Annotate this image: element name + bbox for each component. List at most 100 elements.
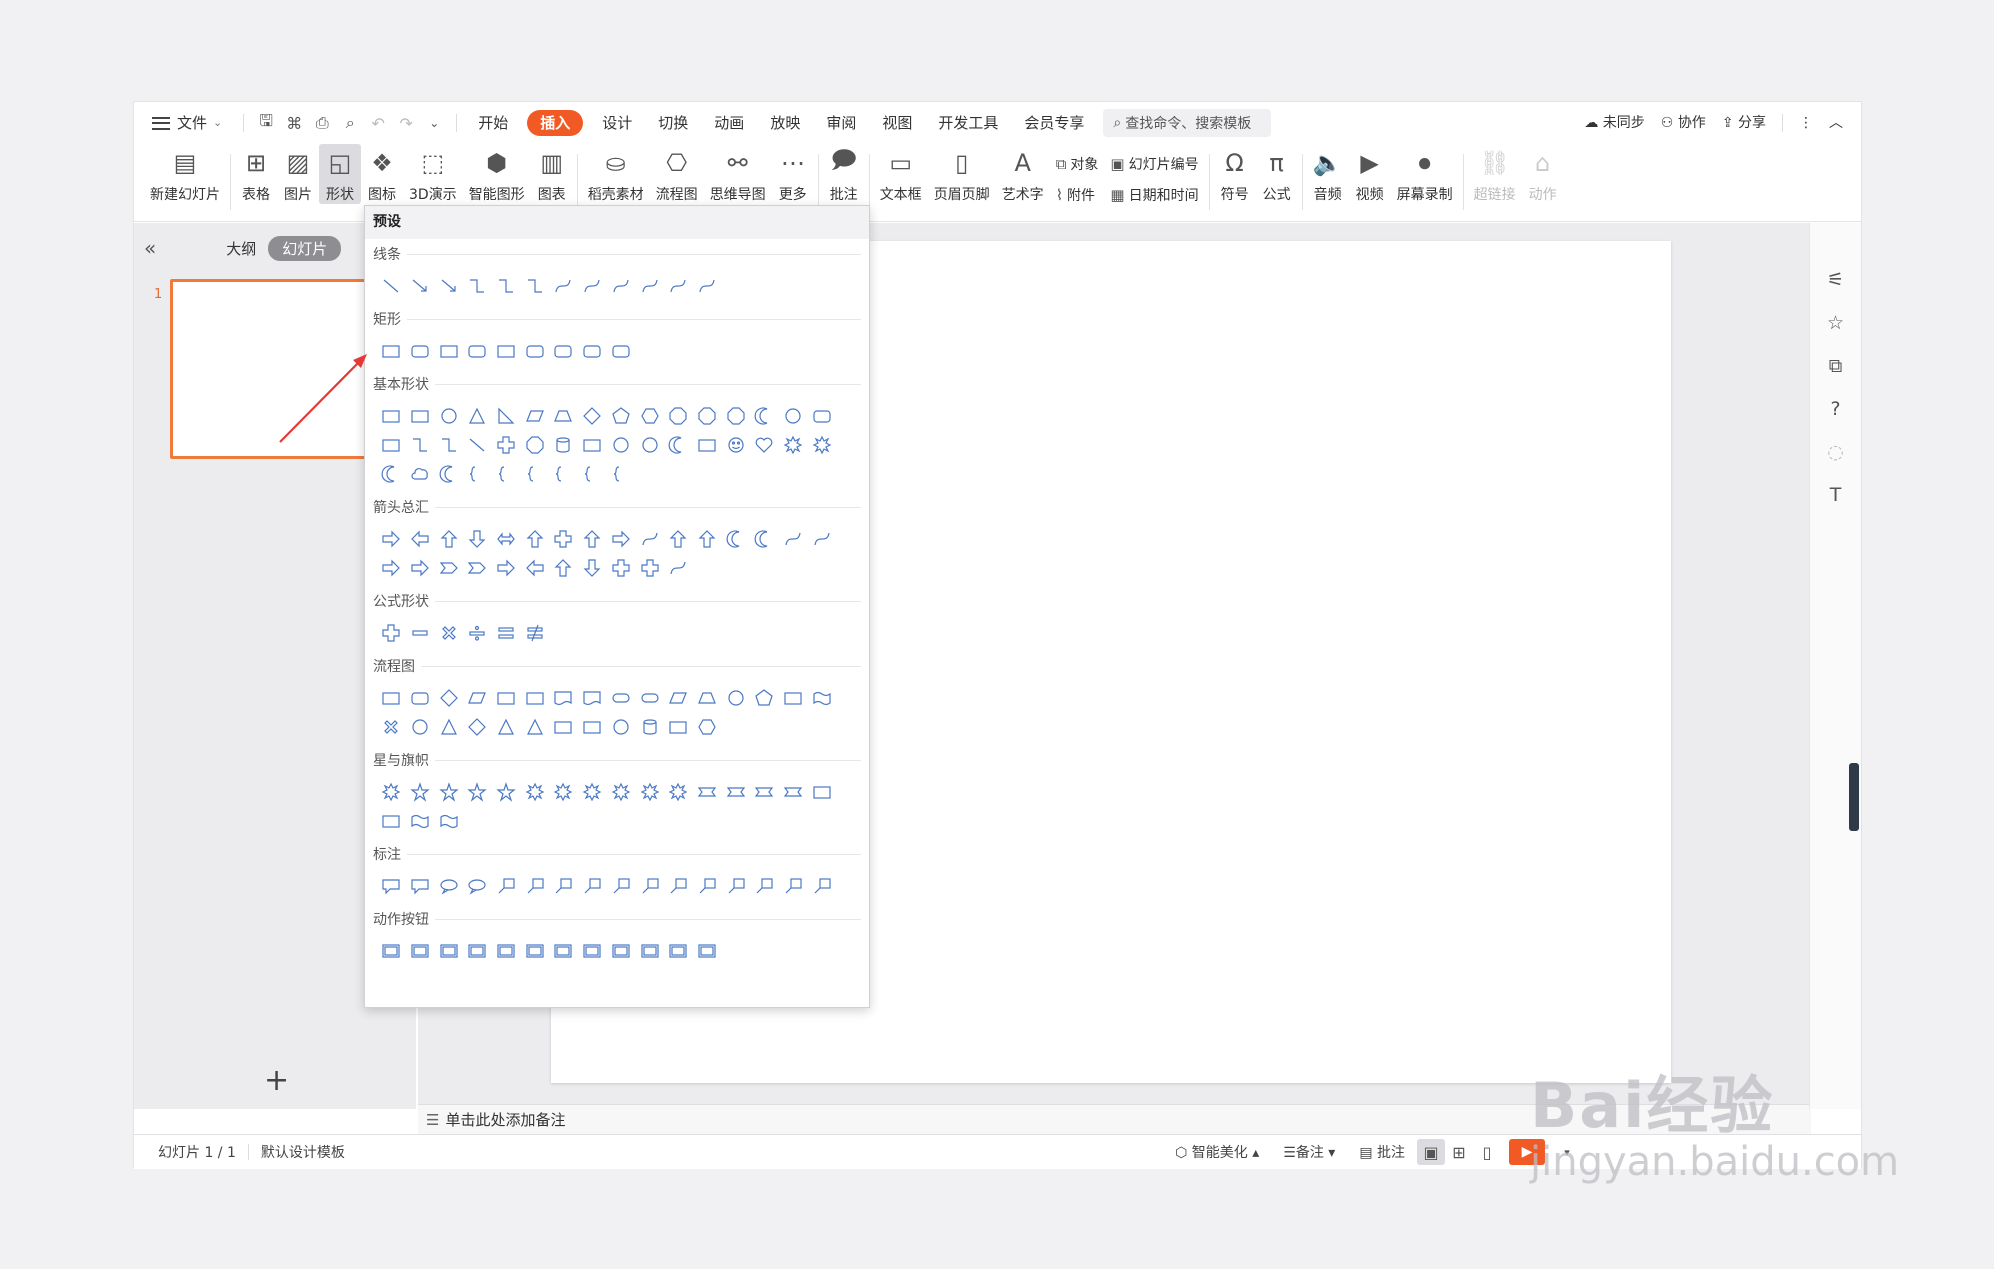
more-button[interactable]: ⋯ 更多 [772, 144, 814, 204]
shape-option[interactable] [434, 524, 463, 553]
customize-chevron-icon[interactable]: ⌄ [420, 116, 448, 130]
text-icon[interactable]: T [1830, 474, 1842, 517]
comments-toggle-button[interactable]: ▤ 批注 [1347, 1142, 1417, 1162]
undo-icon[interactable]: ↶ [364, 114, 392, 133]
shape-option[interactable] [520, 618, 549, 647]
shape-option[interactable] [520, 524, 549, 553]
shape-option[interactable] [463, 401, 492, 430]
shape-option[interactable] [434, 401, 463, 430]
shape-option[interactable] [377, 430, 406, 459]
add-slide-icon[interactable]: + [264, 1063, 289, 1098]
idea-icon[interactable]: ◌ [1827, 431, 1844, 474]
shape-option[interactable] [492, 777, 521, 806]
tab-insert[interactable]: 插入 [527, 110, 584, 136]
shape-option[interactable] [607, 524, 636, 553]
attachment-button[interactable]: ⌇ 附件 [1056, 185, 1099, 205]
shape-option[interactable] [377, 553, 406, 582]
shape-option[interactable] [434, 336, 463, 365]
textbox-button[interactable]: ▭ 文本框 [874, 144, 928, 204]
shape-option[interactable] [693, 936, 722, 965]
shape-option[interactable] [406, 430, 435, 459]
shape-option[interactable] [520, 271, 549, 300]
shape-option[interactable] [750, 777, 779, 806]
transition-icon[interactable]: ⧉ [1829, 345, 1843, 388]
flowchart-button[interactable]: ⎔ 流程图 [650, 144, 704, 204]
shape-option[interactable] [607, 553, 636, 582]
shape-option[interactable] [807, 401, 836, 430]
shape-option[interactable] [377, 683, 406, 712]
collapse-panel-icon[interactable]: « [144, 236, 156, 260]
shape-option[interactable] [607, 401, 636, 430]
shape-option[interactable] [406, 871, 435, 900]
docer-button[interactable]: ⛀ 稻壳素材 [582, 144, 650, 204]
datetime-button[interactable]: ▦ 日期和时间 [1110, 185, 1198, 205]
shape-option[interactable] [434, 712, 463, 741]
shape-option[interactable] [807, 524, 836, 553]
command-search-input[interactable]: ⌕ 查找命令、搜索模板 [1103, 109, 1272, 137]
shape-option[interactable] [607, 683, 636, 712]
table-button[interactable]: ⊞ 表格 [235, 144, 277, 204]
shape-option[interactable] [492, 336, 521, 365]
save-icon[interactable]: 🖫 [252, 110, 280, 137]
shape-option[interactable] [549, 271, 578, 300]
shape-option[interactable] [549, 712, 578, 741]
slide-number-button[interactable]: ▣ 幻灯片编号 [1110, 154, 1198, 174]
tab-outline[interactable]: 大纲 [226, 238, 256, 259]
shape-option[interactable] [693, 430, 722, 459]
shape-option[interactable] [549, 777, 578, 806]
shape-option[interactable] [463, 336, 492, 365]
shape-option[interactable] [520, 336, 549, 365]
shape-option[interactable] [492, 618, 521, 647]
shape-option[interactable] [520, 712, 549, 741]
picture-button[interactable]: ▨ 图片 [277, 144, 319, 204]
tab-review[interactable]: 审阅 [813, 102, 869, 144]
shape-option[interactable] [635, 553, 664, 582]
shape-option[interactable] [664, 553, 693, 582]
shape-option[interactable] [463, 712, 492, 741]
shape-option[interactable] [693, 712, 722, 741]
shape-option[interactable] [463, 683, 492, 712]
shape-option[interactable] [635, 401, 664, 430]
shape-option[interactable] [578, 430, 607, 459]
shape-option[interactable] [721, 524, 750, 553]
shape-option[interactable] [520, 553, 549, 582]
shape-option[interactable] [406, 336, 435, 365]
shape-option[interactable] [635, 271, 664, 300]
shape-option[interactable] [693, 683, 722, 712]
shape-option[interactable] [463, 271, 492, 300]
shape-option[interactable] [607, 459, 636, 488]
shape-option[interactable] [721, 683, 750, 712]
shape-option[interactable] [578, 683, 607, 712]
shape-option[interactable] [377, 936, 406, 965]
icon-button[interactable]: ❖ 图标 [361, 144, 403, 204]
shape-option[interactable] [406, 459, 435, 488]
shape-option[interactable] [607, 271, 636, 300]
tab-developer[interactable]: 开发工具 [925, 102, 1011, 144]
shape-option[interactable] [406, 936, 435, 965]
shape-option[interactable] [664, 524, 693, 553]
shape-option[interactable] [750, 871, 779, 900]
notes-toggle-button[interactable]: ☰备注 ▾ [1271, 1142, 1347, 1162]
shape-option[interactable] [721, 401, 750, 430]
reading-view-button[interactable]: ▯ [1473, 1139, 1501, 1165]
shape-option[interactable] [779, 401, 808, 430]
shape-option[interactable] [520, 430, 549, 459]
more-options-icon[interactable]: ⋮ [1791, 102, 1821, 144]
shape-option[interactable] [520, 683, 549, 712]
shape-option[interactable] [664, 683, 693, 712]
shape-option[interactable] [406, 806, 435, 835]
tab-view[interactable]: 视图 [869, 102, 925, 144]
shape-option[interactable] [693, 524, 722, 553]
shape-option[interactable] [463, 618, 492, 647]
action-button[interactable]: ⌂ 动作 [1522, 144, 1564, 204]
shape-option[interactable] [549, 401, 578, 430]
shape-option[interactable] [434, 618, 463, 647]
shape-option[interactable] [664, 401, 693, 430]
shape-option[interactable] [377, 777, 406, 806]
shape-option[interactable] [607, 936, 636, 965]
shape-option[interactable] [520, 936, 549, 965]
shape-option[interactable] [377, 336, 406, 365]
shape-option[interactable] [664, 936, 693, 965]
beautify-button[interactable]: ⬡ 智能美化 ▴ [1163, 1142, 1271, 1162]
shape-option[interactable] [434, 871, 463, 900]
